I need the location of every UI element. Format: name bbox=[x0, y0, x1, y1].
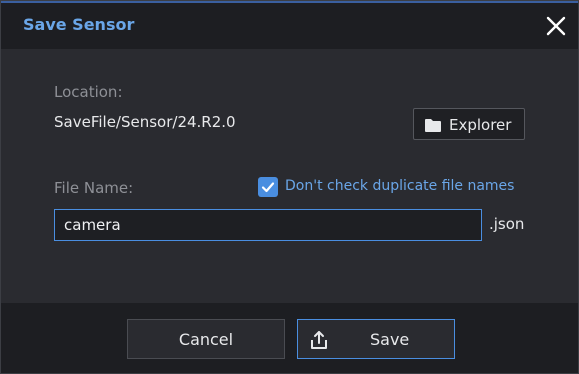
explorer-button-label: Explorer bbox=[449, 116, 512, 134]
dialog-title: Save Sensor bbox=[23, 15, 135, 34]
save-button-label: Save bbox=[370, 330, 410, 349]
duplicate-check-checkbox[interactable] bbox=[258, 177, 278, 197]
folder-icon bbox=[424, 118, 442, 137]
file-name-input[interactable] bbox=[54, 209, 482, 241]
cancel-button[interactable]: Cancel bbox=[127, 319, 285, 359]
location-path: SaveFile/Sensor/24.R2.0 bbox=[54, 113, 236, 131]
save-sensor-dialog: Save Sensor Location: SaveFile/Sensor/24… bbox=[0, 0, 579, 374]
upload-icon bbox=[308, 329, 330, 355]
file-extension: .json bbox=[489, 215, 525, 233]
file-name-label: File Name: bbox=[54, 179, 134, 197]
save-button[interactable]: Save bbox=[297, 319, 455, 359]
checkmark-icon bbox=[261, 182, 275, 193]
cancel-button-label: Cancel bbox=[178, 330, 234, 349]
explorer-button[interactable]: Explorer bbox=[413, 108, 525, 140]
dialog-footer: Cancel Save bbox=[1, 303, 578, 373]
close-icon[interactable] bbox=[545, 15, 567, 37]
dialog-titlebar: Save Sensor bbox=[1, 1, 578, 49]
location-label: Location: bbox=[54, 83, 123, 101]
duplicate-check-label[interactable]: Don't check duplicate file names bbox=[285, 178, 514, 194]
